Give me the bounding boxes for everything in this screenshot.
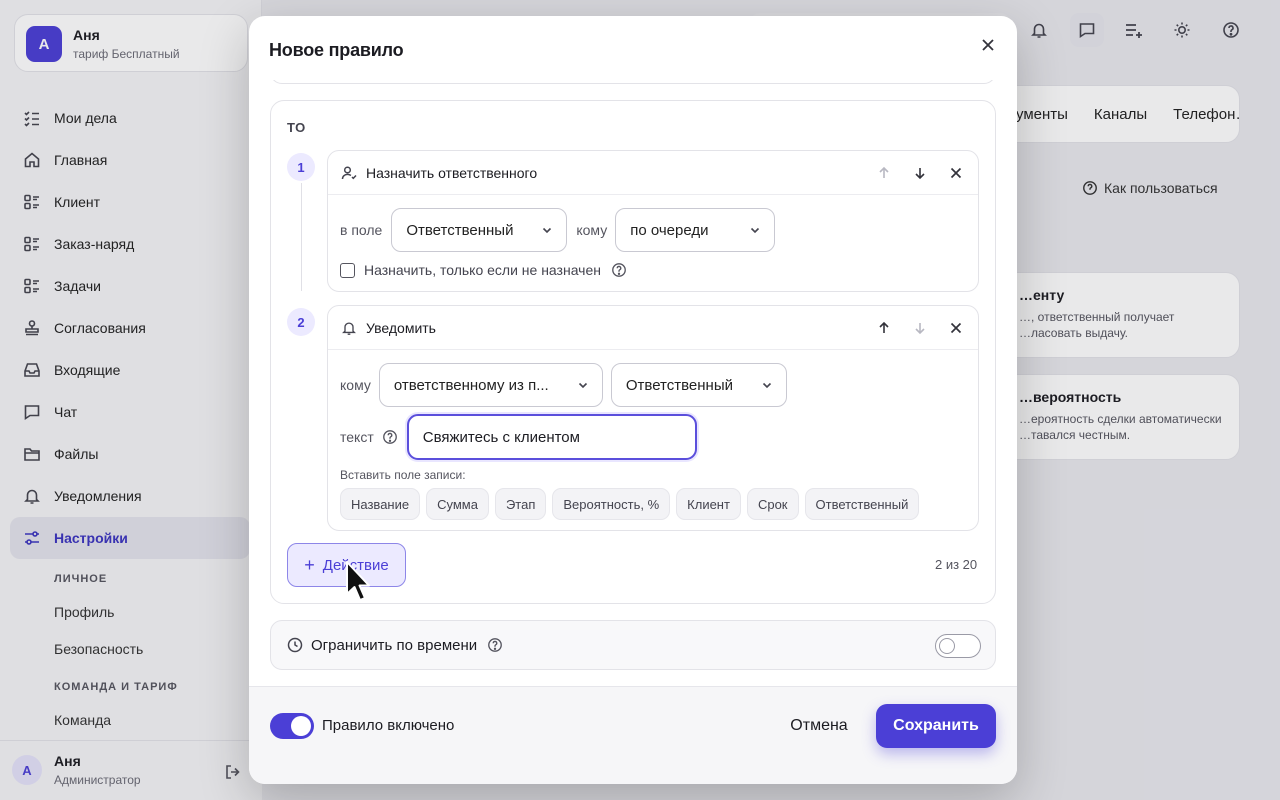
insert-chip[interactable]: Сумма — [426, 488, 489, 520]
mouse-cursor-icon — [346, 561, 370, 601]
action-header: Уведомить — [328, 306, 978, 350]
action-header: Назначить ответственного — [328, 151, 978, 195]
chevron-down-icon — [760, 378, 774, 392]
chevron-down-icon — [748, 223, 762, 237]
message-text-value: Свяжитесь с клиентом — [422, 428, 580, 446]
modal-title: Новое правило — [269, 40, 404, 60]
checkbox-label[interactable]: Назначить, только если не назначен — [364, 262, 601, 278]
insert-field-chips: Название Сумма Этап Вероятность, % Клиен… — [340, 488, 925, 520]
rule-enabled-label: Правило включено — [322, 717, 455, 734]
message-row: текст Свяжитесь с клиентом — [340, 414, 697, 460]
user-assign-icon — [340, 164, 358, 182]
time-limit-label: Ограничить по времени — [311, 636, 478, 654]
message-text-input[interactable]: Свяжитесь с клиентом — [406, 414, 697, 460]
only-if-unassigned-row: Назначить, только если не назначен — [340, 262, 627, 278]
to-label: кому — [576, 222, 608, 238]
assignee-select-value: по очереди — [630, 221, 709, 239]
close-icon[interactable] — [977, 34, 999, 56]
insert-chip[interactable]: Название — [340, 488, 421, 520]
then-label: ТО — [287, 120, 306, 135]
field-label: в поле — [340, 222, 383, 238]
action-card-notify: Уведомить кому ответственному из п... От… — [327, 305, 979, 531]
plus-icon: + — [304, 555, 315, 575]
insert-field-label: Вставить поле записи: — [340, 468, 466, 482]
time-limit-toggle[interactable] — [935, 634, 981, 658]
action-title: Уведомить — [366, 319, 436, 336]
chevron-down-icon — [576, 378, 590, 392]
rule-enabled-toggle[interactable] — [270, 713, 314, 739]
insert-chip[interactable]: Вероятность, % — [552, 488, 671, 520]
save-button[interactable]: Сохранить — [876, 704, 996, 748]
remove-action-icon[interactable] — [946, 318, 966, 338]
action-title: Назначить ответственного — [366, 164, 538, 181]
field-select-value: Ответственный — [406, 221, 514, 239]
new-rule-modal: Новое правило ТО 1 Назначить ответственн… — [249, 16, 1017, 784]
only-if-unassigned-checkbox[interactable] — [340, 262, 355, 278]
then-block: ТО 1 Назначить ответственного в поле Отв… — [270, 100, 996, 604]
modal-footer: Правило включено Отмена Сохранить — [249, 686, 1017, 784]
clock-icon — [287, 637, 303, 653]
bell-icon — [340, 319, 358, 337]
help-icon[interactable] — [382, 429, 398, 445]
move-down-icon[interactable] — [910, 163, 930, 183]
step-number: 1 — [287, 153, 315, 181]
recipient-field-select[interactable]: Ответственный — [610, 363, 787, 407]
remove-action-icon[interactable] — [946, 163, 966, 183]
insert-chip[interactable]: Клиент — [676, 488, 741, 520]
insert-chip[interactable]: Срок — [746, 488, 799, 520]
step-connector — [301, 183, 302, 291]
move-up-icon[interactable] — [874, 318, 894, 338]
recipient-row: кому ответственному из п... Ответственны… — [340, 363, 787, 407]
step-number: 2 — [287, 308, 315, 336]
text-label: текст — [340, 429, 374, 445]
assignee-select[interactable]: по очереди — [615, 208, 776, 252]
assign-row: в поле Ответственный кому по очереди — [340, 208, 776, 252]
insert-chip[interactable]: Ответственный — [804, 488, 920, 520]
insert-chip[interactable]: Этап — [494, 488, 547, 520]
recipient-select[interactable]: ответственному из п... — [378, 363, 603, 407]
help-icon[interactable] — [487, 637, 503, 653]
field-select[interactable]: Ответственный — [391, 208, 568, 252]
chevron-down-icon — [540, 223, 554, 237]
time-limit-row: Ограничить по времени — [270, 620, 996, 670]
recipient-field-value: Ответственный — [625, 376, 733, 394]
help-icon[interactable] — [611, 262, 627, 278]
move-up-icon[interactable] — [874, 163, 894, 183]
recipient-select-value: ответственному из п... — [393, 376, 549, 394]
cancel-button[interactable]: Отмена — [777, 705, 861, 747]
move-down-icon[interactable] — [910, 318, 930, 338]
to-label: кому — [340, 377, 371, 393]
condition-block — [270, 80, 996, 84]
action-counter: 2 из 20 — [935, 557, 978, 572]
action-card-assign: Назначить ответственного в поле Ответств… — [327, 150, 979, 292]
